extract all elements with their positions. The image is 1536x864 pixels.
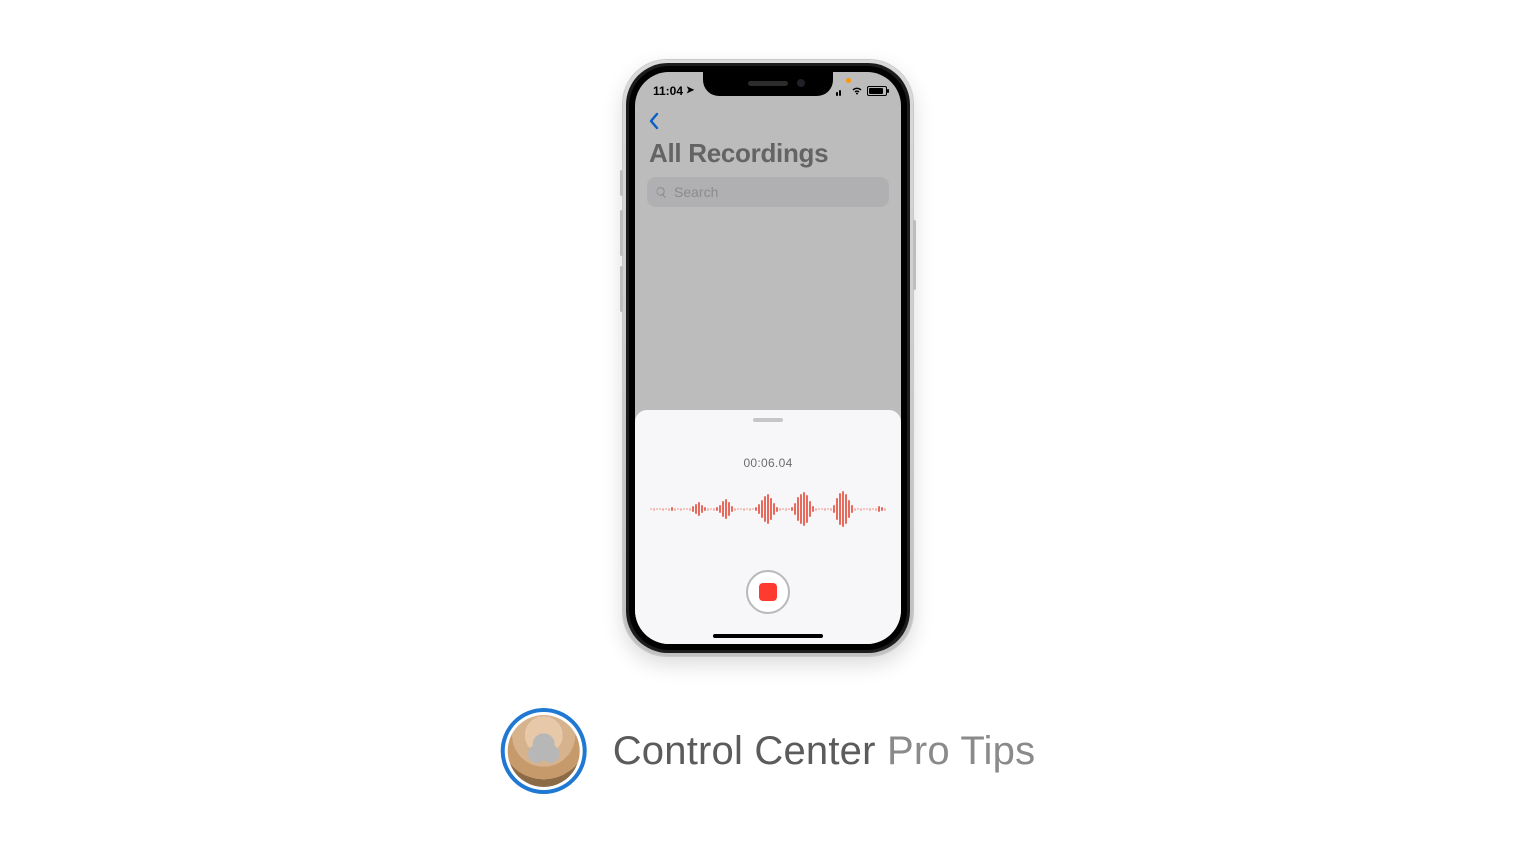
caption: Control Center Pro Tips	[501, 708, 1036, 794]
location-services-icon: ➤	[686, 85, 694, 96]
status-time: 11:04	[653, 84, 683, 98]
recording-timer: 00:06.04	[635, 456, 901, 470]
home-indicator[interactable]	[713, 634, 823, 638]
avatar-apple-haircut-icon	[508, 715, 580, 787]
recording-sheet: 00:06.04	[635, 410, 901, 644]
notch	[703, 72, 833, 96]
cellular-signal-icon	[836, 86, 847, 96]
wifi-icon	[851, 86, 863, 96]
caption-text: Control Center Pro Tips	[613, 729, 1036, 774]
stop-icon	[759, 583, 777, 601]
caption-light: Pro Tips	[887, 729, 1035, 773]
mic-in-use-indicator-icon	[846, 78, 851, 83]
search-input[interactable]: Search	[647, 177, 889, 207]
waveform	[635, 486, 901, 532]
phone-mockup: 11:04 ➤ All Recordings	[623, 60, 913, 656]
nav-area: All Recordings Search	[635, 106, 901, 207]
caption-strong: Control Center	[613, 729, 876, 773]
sheet-grabber[interactable]	[753, 418, 783, 422]
battery-icon	[867, 86, 887, 96]
search-placeholder: Search	[674, 184, 718, 200]
avatar-ring	[501, 708, 587, 794]
page-title: All Recordings	[645, 138, 891, 169]
stop-record-button[interactable]	[746, 570, 790, 614]
search-icon	[655, 186, 668, 199]
back-button[interactable]	[645, 110, 663, 132]
screen: 11:04 ➤ All Recordings	[635, 72, 901, 644]
